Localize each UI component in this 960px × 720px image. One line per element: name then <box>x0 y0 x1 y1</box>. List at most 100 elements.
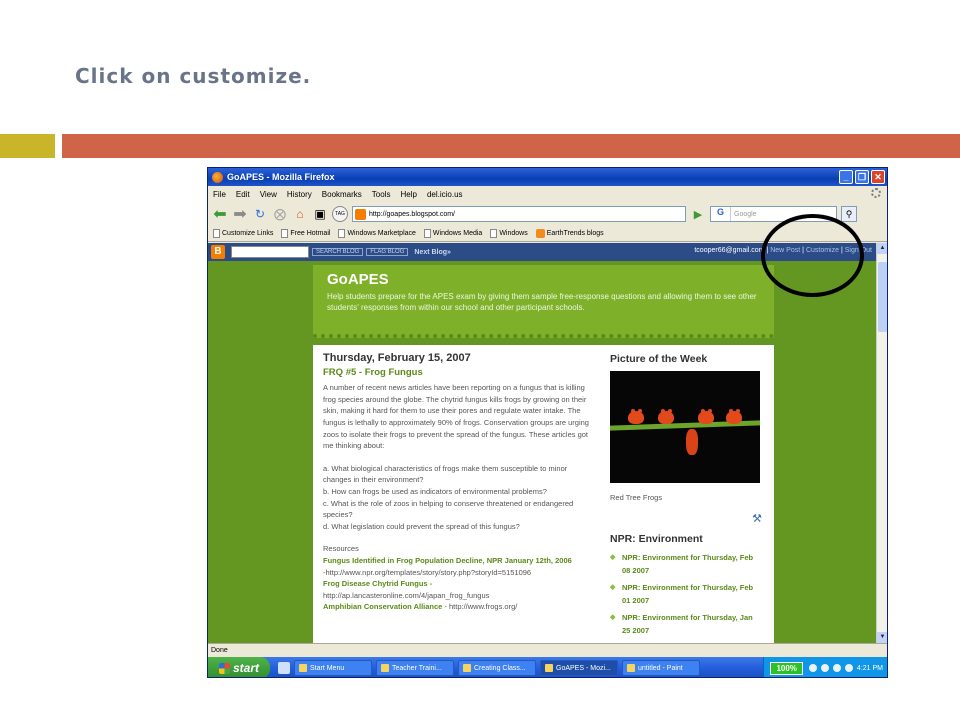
page-icon <box>490 229 498 238</box>
stop-icon[interactable]: ⨂ <box>272 206 288 222</box>
zoom-level[interactable]: 100% <box>770 661 803 675</box>
blog-header: GoAPES Help students prepare for the APE… <box>313 265 774 338</box>
task-teacher-training[interactable]: Teacher Traini... <box>376 660 454 676</box>
paint-icon <box>627 664 635 672</box>
firefox-icon <box>545 664 553 672</box>
resource-url: http://ap.lancasteronline.com/4/japan_fr… <box>323 590 490 600</box>
page-icon <box>281 229 289 238</box>
post-question: d. What legislation could prevent the sp… <box>323 521 520 531</box>
messenger-icon[interactable] <box>844 664 853 672</box>
search-magnifier-icon[interactable]: ⚲ <box>841 206 857 222</box>
scroll-up-icon[interactable]: ▲ <box>877 243 887 254</box>
menu-delicious[interactable]: del.icio.us <box>427 190 463 199</box>
status-bar: Done <box>208 643 887 657</box>
resource-link-amphibian[interactable]: Amphibian Conservation Alliance <box>323 602 442 611</box>
page-icon <box>423 229 431 238</box>
post-question: b. How can frogs be used as indicators o… <box>323 486 547 496</box>
document-icon <box>463 664 471 672</box>
frog-shape <box>658 409 674 424</box>
clock[interactable]: 4:21 PM <box>857 665 883 672</box>
menu-view[interactable]: View <box>260 190 277 199</box>
url-text: http://goapes.blogspot.com/ <box>369 210 455 218</box>
menu-edit[interactable]: Edit <box>236 190 250 199</box>
volume-icon[interactable] <box>820 664 829 672</box>
npr-environment-title: NPR: Environment <box>610 533 703 545</box>
user-email: tcooper66@gmail.com <box>694 247 765 254</box>
blog-title[interactable]: GoAPES <box>327 271 760 288</box>
task-start-menu[interactable]: Start Menu <box>294 660 372 676</box>
throbber-icon <box>871 188 881 198</box>
vertical-scrollbar[interactable]: ▲ ▼ <box>876 243 887 643</box>
blog-search-input[interactable] <box>231 246 309 258</box>
task-creating-class[interactable]: Creating Class... <box>458 660 536 676</box>
menu-bar: File Edit View History Bookmarks Tools H… <box>208 186 887 202</box>
folder-icon <box>299 664 307 672</box>
frog-shape <box>686 429 698 455</box>
highlight-circle <box>761 214 864 297</box>
picture-of-week-title: Picture of the Week <box>610 353 708 365</box>
photo-caption: Red Tree Frogs <box>610 493 663 502</box>
close-button[interactable]: ✕ <box>871 170 885 184</box>
scroll-thumb[interactable] <box>878 262 887 332</box>
network-icon[interactable] <box>808 664 817 672</box>
reload-icon[interactable]: ↻ <box>252 206 268 222</box>
minimize-button[interactable]: _ <box>839 170 853 184</box>
delicious-icon[interactable]: ▣ <box>312 206 328 222</box>
post-title[interactable]: FRQ #5 - Frog Fungus <box>323 367 593 379</box>
bookmark-windows-media[interactable]: Windows Media <box>423 229 482 238</box>
frog-photo[interactable] <box>610 371 760 483</box>
start-button[interactable]: start <box>208 657 270 677</box>
sidebar: Picture of the Week Red Tree Frogs ⚒ NPR… <box>610 353 762 643</box>
page-content: B SEARCH BLOG FLAG BLOG Next Blog» tcoop… <box>208 243 878 643</box>
npr-item[interactable]: NPR: Environment for Thursday, Jan 25 20… <box>610 611 762 637</box>
bookmark-windows-marketplace[interactable]: Windows Marketplace <box>338 229 416 238</box>
next-blog-link[interactable]: Next Blog» <box>414 249 451 256</box>
resources-label: Resources <box>323 544 359 554</box>
resource-url: -http://www.npr.org/templates/story/stor… <box>323 567 532 577</box>
accent-bar-yellow <box>0 134 55 158</box>
blogger-favicon-icon <box>355 208 366 220</box>
npr-item[interactable]: NPR: Environment for Thursday, Feb 01 20… <box>610 581 762 607</box>
post-question: c. What is the role of zoos in helping t… <box>323 498 574 520</box>
npr-item[interactable]: NPR: Environment for Thursday, Feb 08 20… <box>610 551 762 577</box>
system-tray: 100% 4:21 PM <box>763 657 887 677</box>
restore-button[interactable]: ❐ <box>855 170 869 184</box>
accent-bar-orange <box>62 134 960 158</box>
task-goapes-firefox[interactable]: GoAPES - Mozi... <box>540 660 618 676</box>
edit-tools-icon[interactable]: ⚒ <box>610 512 762 525</box>
security-icon[interactable] <box>832 664 841 672</box>
search-placeholder: Google <box>734 210 757 218</box>
menu-tools[interactable]: Tools <box>372 190 391 199</box>
bookmark-free-hotmail[interactable]: Free Hotmail <box>281 229 330 238</box>
resource-link-chytrid[interactable]: Frog Disease Chytrid Fungus - <box>323 578 593 590</box>
url-bar[interactable]: http://goapes.blogspot.com/ <box>352 206 686 222</box>
forward-arrow-icon[interactable]: ➡ <box>232 206 248 223</box>
back-arrow-icon[interactable]: ⬅ <box>212 206 228 223</box>
search-blog-button[interactable]: SEARCH BLOG <box>312 248 364 256</box>
home-icon[interactable]: ⌂ <box>292 206 308 222</box>
windows-taskbar: start Start Menu Teacher Traini... Creat… <box>208 657 887 677</box>
menu-file[interactable]: File <box>213 190 226 199</box>
menu-history[interactable]: History <box>287 190 312 199</box>
bookmark-earthtrends-blogs[interactable]: EarthTrends blogs <box>535 229 604 238</box>
flag-blog-button[interactable]: FLAG BLOG <box>366 248 409 256</box>
status-text: Done <box>211 647 228 654</box>
resource-link-npr[interactable]: Fungus Identified in Frog Population Dec… <box>323 555 593 567</box>
post-date: Thursday, February 15, 2007 <box>323 352 471 364</box>
menu-bookmarks[interactable]: Bookmarks <box>322 190 362 199</box>
quick-launch-icon[interactable] <box>278 662 290 674</box>
post-question: a. What biological characteristics of fr… <box>323 463 568 485</box>
window-title: GoAPES - Mozilla Firefox <box>227 172 335 182</box>
go-icon[interactable]: ▶ <box>690 206 706 222</box>
window-titlebar[interactable]: GoAPES - Mozilla Firefox _ ❐ ✕ <box>208 168 887 186</box>
menu-help[interactable]: Help <box>400 190 416 199</box>
scroll-down-icon[interactable]: ▼ <box>877 632 887 643</box>
google-icon[interactable]: G <box>711 207 731 221</box>
bookmark-windows[interactable]: Windows <box>490 229 528 238</box>
tag-icon[interactable]: TAG <box>332 206 348 222</box>
task-paint[interactable]: untitled - Paint <box>622 660 700 676</box>
blog-body: Thursday, February 15, 2007 FRQ #5 - Fro… <box>313 345 774 643</box>
bookmark-customize-links[interactable]: Customize Links <box>213 229 273 238</box>
blogger-logo-icon[interactable]: B <box>211 245 225 259</box>
frog-shape <box>698 409 714 424</box>
